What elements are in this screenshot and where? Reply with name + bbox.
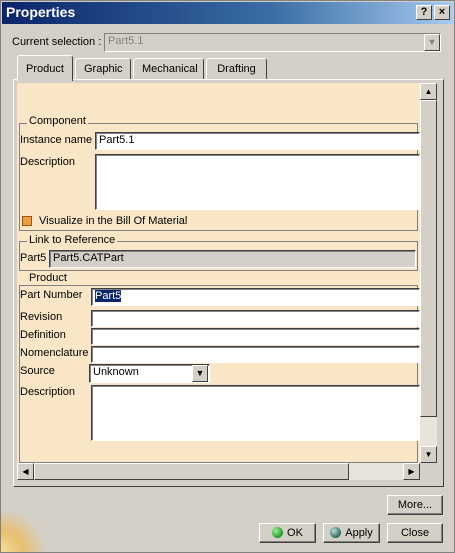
definition-label: Definition <box>20 329 66 341</box>
part-number-label: Part Number <box>20 289 83 301</box>
link-reference-group-title: Link to Reference <box>27 234 118 246</box>
tab-mechanical[interactable]: Mechanical <box>133 58 204 80</box>
component-group-title: Component <box>27 115 88 127</box>
title-bar[interactable]: Properties ? × <box>2 2 453 24</box>
tab-drafting[interactable]: Drafting <box>206 58 267 80</box>
component-description-label: Description <box>20 156 76 168</box>
source-label: Source <box>20 365 55 377</box>
tab-product-label: Product <box>26 63 64 75</box>
revision-label: Revision <box>20 311 63 323</box>
nomenclature-label: Nomenclature <box>20 347 89 359</box>
current-selection-dropdown[interactable]: Part5.1 <box>104 33 441 52</box>
close-window-button[interactable]: × <box>434 5 450 20</box>
tab-drafting-label: Drafting <box>217 63 256 75</box>
link-reference-field: Part5.CATPart <box>49 250 416 268</box>
nomenclature-field[interactable] <box>91 346 420 363</box>
window-title: Properties <box>6 4 76 20</box>
close-button[interactable]: Close <box>387 523 443 543</box>
link-reference-label: Part5 <box>20 252 47 264</box>
scroll-right-icon[interactable]: ▶ <box>403 463 420 480</box>
chevron-down-icon[interactable]: ▼ <box>424 34 440 51</box>
component-description-field[interactable] <box>95 154 420 210</box>
more-button[interactable]: More... <box>387 495 443 515</box>
catia-logo <box>1 513 51 552</box>
instance-name-label: Instance name <box>20 134 93 146</box>
properties-dialog: Properties ? × Current selection : Part5… <box>0 0 455 553</box>
revision-field[interactable] <box>91 310 420 327</box>
part-number-field[interactable]: Part5 <box>91 288 420 306</box>
visualize-bom-checkbox[interactable] <box>22 216 32 226</box>
product-description-label: Description <box>20 386 76 398</box>
horizontal-scrollbar[interactable]: ◀ ▶ <box>17 463 420 480</box>
source-value: Unknown <box>93 366 139 378</box>
apply-button[interactable]: Apply <box>323 523 380 543</box>
current-selection-label: Current selection : <box>12 36 102 48</box>
scroll-up-icon[interactable]: ▲ <box>420 83 437 100</box>
visualize-bom-label: Visualize in the Bill Of Material <box>39 215 188 227</box>
ok-label: OK <box>287 527 303 539</box>
tab-graphic[interactable]: Graphic <box>75 58 131 80</box>
horizontal-scroll-thumb[interactable] <box>34 463 349 480</box>
ok-icon <box>272 527 284 538</box>
ok-button[interactable]: OK <box>259 523 316 543</box>
product-description-field[interactable] <box>91 385 420 441</box>
apply-icon <box>330 527 342 538</box>
apply-label: Apply <box>345 527 373 539</box>
properties-panel: Component Instance name Part5.1 Descript… <box>17 83 420 463</box>
tab-mechanical-label: Mechanical <box>142 63 198 75</box>
current-selection-value: Part5.1 <box>108 35 144 47</box>
scroll-left-icon[interactable]: ◀ <box>17 463 34 480</box>
instance-name-field[interactable]: Part5.1 <box>95 132 420 150</box>
source-chevron-down-icon[interactable]: ▼ <box>192 365 208 382</box>
product-group-title: Product <box>27 272 69 284</box>
vertical-scrollbar[interactable]: ▲ ▼ <box>420 83 437 463</box>
vertical-scroll-thumb[interactable] <box>420 100 437 417</box>
part-number-value: Part5 <box>95 290 122 302</box>
help-button[interactable]: ? <box>416 5 432 20</box>
scroll-down-icon[interactable]: ▼ <box>420 446 437 463</box>
definition-field[interactable] <box>91 328 420 345</box>
tab-product[interactable]: Product <box>17 55 73 81</box>
tab-graphic-label: Graphic <box>84 63 123 75</box>
